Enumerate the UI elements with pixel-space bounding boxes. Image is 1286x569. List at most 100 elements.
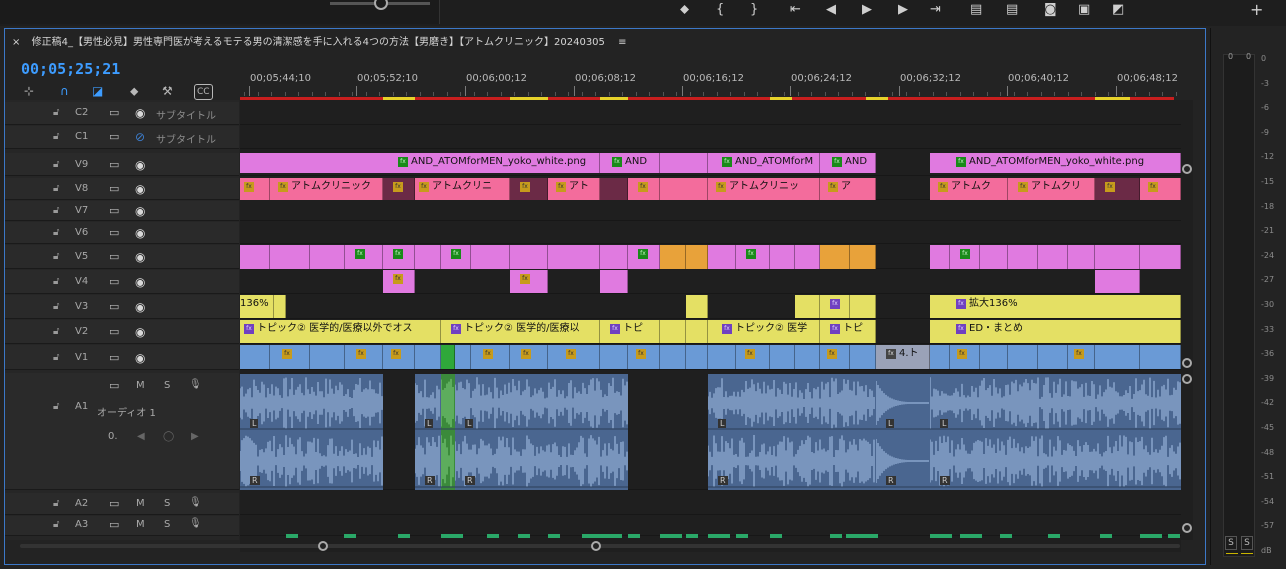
clip-v8[interactable]: fx アトムクリニ bbox=[415, 178, 510, 200]
clip-v5[interactable] bbox=[660, 245, 686, 269]
add-keyframe-icon[interactable]: ◯ bbox=[163, 431, 174, 442]
track-output-icon[interactable]: ▭ bbox=[109, 325, 119, 338]
zoom-handle-left[interactable] bbox=[318, 541, 328, 551]
clip-v9[interactable]: fx AND_ATOMforMEN_yoko_white.png bbox=[240, 153, 600, 173]
track-output-icon[interactable]: ▭ bbox=[109, 497, 119, 510]
track-output-icon[interactable]: ▭ bbox=[109, 130, 119, 143]
track-header-a3[interactable]: 🔓︎ A3 ▭ M S 🎙︎ bbox=[5, 516, 239, 536]
mark-in-icon[interactable]: { bbox=[716, 2, 724, 18]
clip-v5[interactable]: fx bbox=[628, 245, 660, 269]
audio-clip-a3[interactable] bbox=[846, 534, 868, 538]
clip-v5[interactable] bbox=[270, 245, 310, 269]
extract-icon[interactable]: ▤ bbox=[1006, 2, 1018, 18]
go-to-in-icon[interactable]: ⇤ bbox=[790, 2, 801, 18]
clip-v1[interactable] bbox=[770, 345, 795, 369]
track-header-v2[interactable]: 🔓︎ V2 ▭ ◉ bbox=[5, 320, 239, 344]
mute-button[interactable]: M bbox=[136, 498, 145, 509]
lane-a2[interactable] bbox=[240, 493, 1181, 515]
clip-v1[interactable] bbox=[600, 345, 628, 369]
clip-v1[interactable] bbox=[240, 345, 270, 369]
clip-v5[interactable] bbox=[600, 245, 628, 269]
audio-clip-a1[interactable]: LR bbox=[415, 374, 441, 490]
snap-magnet-icon[interactable]: ∩ bbox=[60, 84, 69, 98]
visibility-eye-icon[interactable]: ◉ bbox=[135, 106, 145, 120]
clip-v2[interactable]: fx トピック② 医学 bbox=[708, 320, 820, 343]
a-scroll-knob-top[interactable] bbox=[1182, 374, 1192, 384]
track-header-v1[interactable]: 🔓︎ V1 ▭ ◉ bbox=[5, 345, 239, 370]
track-volume[interactable]: 0. bbox=[108, 431, 118, 442]
track-header-v3[interactable]: 🔓︎ V3 ▭ ◉ bbox=[5, 295, 239, 319]
clip-v1[interactable] bbox=[795, 345, 820, 369]
program-playhead-knob[interactable] bbox=[374, 0, 388, 10]
lock-icon[interactable]: 🔓︎ bbox=[53, 401, 59, 412]
clip-v1[interactable]: fx bbox=[820, 345, 850, 369]
audio-clip-a3[interactable] bbox=[1140, 534, 1162, 538]
clip-v5[interactable] bbox=[850, 245, 876, 269]
clip-v1[interactable] bbox=[441, 345, 455, 369]
track-header-v4[interactable]: 🔓︎ V4 ▭ ◉ bbox=[5, 270, 239, 294]
panel-menu-icon[interactable]: ≡ bbox=[618, 37, 626, 48]
lock-icon[interactable]: 🔓︎ bbox=[53, 131, 59, 142]
mute-button[interactable]: M bbox=[136, 380, 145, 391]
visibility-eye-icon[interactable]: ◉ bbox=[135, 226, 145, 240]
visibility-eye-icon[interactable]: ◉ bbox=[135, 300, 145, 314]
clip-v5[interactable] bbox=[930, 245, 950, 269]
audio-clip-a1[interactable]: LR bbox=[930, 374, 1181, 490]
close-tab-icon[interactable]: × bbox=[12, 37, 20, 48]
clip-v1[interactable]: fx bbox=[270, 345, 310, 369]
clip-v8[interactable]: fx bbox=[383, 178, 415, 200]
clip-v1[interactable] bbox=[415, 345, 441, 369]
track-output-icon[interactable]: ▭ bbox=[109, 106, 119, 119]
audio-clip-a3[interactable] bbox=[487, 534, 499, 538]
zoom-handle-right[interactable] bbox=[591, 541, 601, 551]
audio-clip-a3[interactable] bbox=[736, 534, 748, 538]
lane-v4[interactable] bbox=[240, 270, 1181, 294]
next-keyframe-icon[interactable]: ▶ bbox=[191, 431, 199, 442]
clip-v1[interactable]: fx bbox=[1068, 345, 1095, 369]
audio-clip-a3[interactable] bbox=[548, 534, 560, 538]
clip-v2[interactable]: fx トピ bbox=[820, 320, 876, 343]
clip-v5[interactable] bbox=[820, 245, 850, 269]
solo-right-button[interactable]: S bbox=[1241, 536, 1253, 550]
clip-v2[interactable] bbox=[686, 320, 708, 343]
clip-v1[interactable]: fx bbox=[510, 345, 548, 369]
clip-v2[interactable]: fx トピック② 医学的/医療以 bbox=[441, 320, 600, 343]
clip-v8[interactable]: fx アトムクリニッ bbox=[708, 178, 820, 200]
clip-v1[interactable]: fx bbox=[548, 345, 600, 369]
visibility-eye-icon[interactable]: ◉ bbox=[135, 275, 145, 289]
clip-v8[interactable]: fx bbox=[628, 178, 660, 200]
clip-v1[interactable] bbox=[660, 345, 686, 369]
clip-v1[interactable] bbox=[1140, 345, 1181, 369]
comparison-view-icon[interactable]: ▣ bbox=[1078, 2, 1090, 18]
clip-v5[interactable] bbox=[415, 245, 441, 269]
insert-nest-icon[interactable]: ⊹ bbox=[24, 84, 34, 98]
clip-v5[interactable]: fx bbox=[345, 245, 383, 269]
clip-v5[interactable] bbox=[1068, 245, 1095, 269]
step-forward-icon[interactable]: ▶ bbox=[898, 2, 908, 18]
clip-v1[interactable] bbox=[1008, 345, 1038, 369]
lift-icon[interactable]: ▤ bbox=[970, 2, 982, 18]
v-scroll-knob-bottom[interactable] bbox=[1182, 358, 1192, 368]
clip-v3[interactable]: fx 拡大136% bbox=[930, 295, 1181, 318]
track-header-a2[interactable]: 🔓︎ A2 ▭ M S 🎙︎ bbox=[5, 493, 239, 515]
clip-v4[interactable]: fx bbox=[510, 270, 548, 293]
audio-clip-a3[interactable] bbox=[441, 534, 463, 538]
clip-v8[interactable]: fx アトムクリ bbox=[1008, 178, 1095, 200]
clip-v1[interactable] bbox=[1095, 345, 1140, 369]
audio-clip-a3[interactable] bbox=[770, 534, 782, 538]
clip-v1[interactable]: fx bbox=[736, 345, 770, 369]
visibility-eye-icon[interactable]: ◉ bbox=[135, 158, 145, 172]
clip-v8[interactable]: fx bbox=[1095, 178, 1140, 200]
lock-icon[interactable]: 🔓︎ bbox=[53, 159, 59, 170]
clip-v9[interactable]: fx AND_ATOMforMEN_yoko_white.png bbox=[930, 153, 1181, 173]
track-output-icon[interactable]: ▭ bbox=[109, 204, 119, 217]
clip-v5[interactable] bbox=[510, 245, 548, 269]
lock-icon[interactable]: 🔓︎ bbox=[53, 301, 59, 312]
lock-icon[interactable]: 🔓︎ bbox=[53, 227, 59, 238]
clip-v2[interactable] bbox=[660, 320, 686, 343]
clip-v8[interactable]: fx アト bbox=[548, 178, 600, 200]
timeline-settings-icon[interactable]: ⚒ bbox=[162, 84, 173, 98]
clip-v1[interactable] bbox=[310, 345, 345, 369]
lane-v6[interactable] bbox=[240, 222, 1181, 244]
clip-v4[interactable] bbox=[600, 270, 628, 293]
